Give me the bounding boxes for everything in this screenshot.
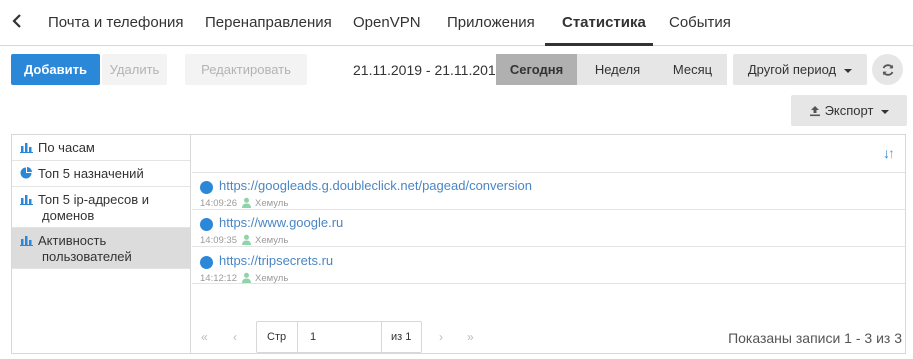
tab-bar: Почта и телефония Перенаправления OpenVP… (0, 0, 913, 46)
pager-first-button[interactable]: « (201, 330, 208, 344)
tab-events[interactable]: События (669, 14, 731, 31)
sidebar-item-label: По часам (38, 140, 95, 155)
other-period-dropdown[interactable]: Другой период (733, 54, 867, 85)
period-week-button[interactable]: Неделя (577, 54, 658, 85)
bar-chart-icon (20, 234, 34, 246)
pager-next-button[interactable]: › (439, 330, 443, 344)
pager-of-label: из 1 (391, 331, 412, 343)
record-user: Хемуль (254, 198, 289, 209)
record-time: 14:09:26 (200, 198, 237, 209)
record-url-link[interactable]: https://tripsecrets.ru (219, 253, 333, 268)
list-divider (192, 246, 905, 247)
pager-page-box: Стр из 1 (256, 321, 422, 353)
globe-icon (200, 256, 213, 269)
sidebar-item-label: Топ 5 назначений (38, 166, 144, 181)
period-today-button[interactable]: Сегодня (496, 54, 577, 85)
caret-down-icon (844, 68, 853, 73)
sort-toggle[interactable]: ↓↑ (883, 145, 895, 161)
period-month-button[interactable]: Месяц (658, 54, 727, 85)
tab-openvpn[interactable]: OpenVPN (353, 14, 421, 31)
tab-applications[interactable]: Приложения (447, 14, 535, 31)
date-range: 21.11.2019 - 21.11.2019 (353, 62, 504, 78)
pager-last-button[interactable]: » (467, 330, 474, 344)
sidebar-item-top5-destinations[interactable]: Топ 5 назначений (12, 161, 190, 187)
pager-summary: Показаны записи 1 - 3 из 3 (728, 330, 902, 346)
arrow-up-icon: ↑ (888, 145, 895, 161)
globe-icon (200, 181, 213, 194)
list-divider (192, 283, 905, 284)
pager-page-input[interactable] (297, 322, 382, 352)
upload-icon (809, 97, 821, 128)
caret-down-icon (881, 109, 890, 114)
other-period-label: Другой период (747, 62, 837, 77)
refresh-icon[interactable] (872, 54, 903, 85)
sidebar-item-label: Топ 5 ip-адресов и доменов (38, 192, 150, 223)
globe-icon (200, 218, 213, 231)
edit-button[interactable]: Редактировать (185, 54, 307, 85)
bar-chart-icon (20, 193, 34, 205)
user-icon (241, 234, 252, 245)
statistics-panel: По часам Топ 5 назначений Топ 5 ip-адрес… (11, 134, 906, 354)
tab-redirects[interactable]: Перенаправления (205, 14, 332, 31)
record-meta: 14:09:35 Хемуль (200, 234, 288, 246)
record-time: 14:09:35 (200, 235, 237, 246)
sidebar-item-top5-ip[interactable]: Топ 5 ip-адресов и доменов (12, 187, 190, 228)
list-divider (192, 172, 905, 173)
export-label: Экспорт (824, 103, 874, 118)
record-user: Хемуль (254, 235, 289, 246)
chevron-left-icon[interactable] (11, 12, 31, 34)
record-meta: 14:09:26 Хемуль (200, 197, 288, 209)
tab-mail-telephony[interactable]: Почта и телефония (48, 14, 183, 31)
user-icon (241, 272, 252, 283)
tab-statistics[interactable]: Статистика (562, 14, 646, 31)
record-url-link[interactable]: https://www.google.ru (219, 215, 343, 230)
user-icon (241, 197, 252, 208)
sidebar-item-user-activity[interactable]: Активность пользователей (12, 228, 190, 269)
pie-chart-icon (20, 167, 34, 179)
pager-page-label: Стр (267, 331, 287, 343)
pager-prev-button[interactable]: ‹ (233, 330, 237, 344)
active-tab-indicator (545, 43, 653, 46)
sidebar-item-by-hours[interactable]: По часам (12, 135, 190, 161)
sidebar-item-label: Активность пользователей (38, 233, 132, 264)
export-dropdown[interactable]: Экспорт (791, 95, 907, 126)
activity-list: ↓↑ https://googleads.g.doubleclick.net/p… (192, 135, 905, 353)
report-sidebar: По часам Топ 5 назначений Топ 5 ip-адрес… (12, 135, 191, 353)
add-button[interactable]: Добавить (11, 54, 100, 85)
delete-button[interactable]: Удалить (102, 54, 167, 85)
record-url-link[interactable]: https://googleads.g.doubleclick.net/page… (219, 178, 532, 193)
bar-chart-icon (20, 141, 34, 153)
list-divider (192, 209, 905, 210)
